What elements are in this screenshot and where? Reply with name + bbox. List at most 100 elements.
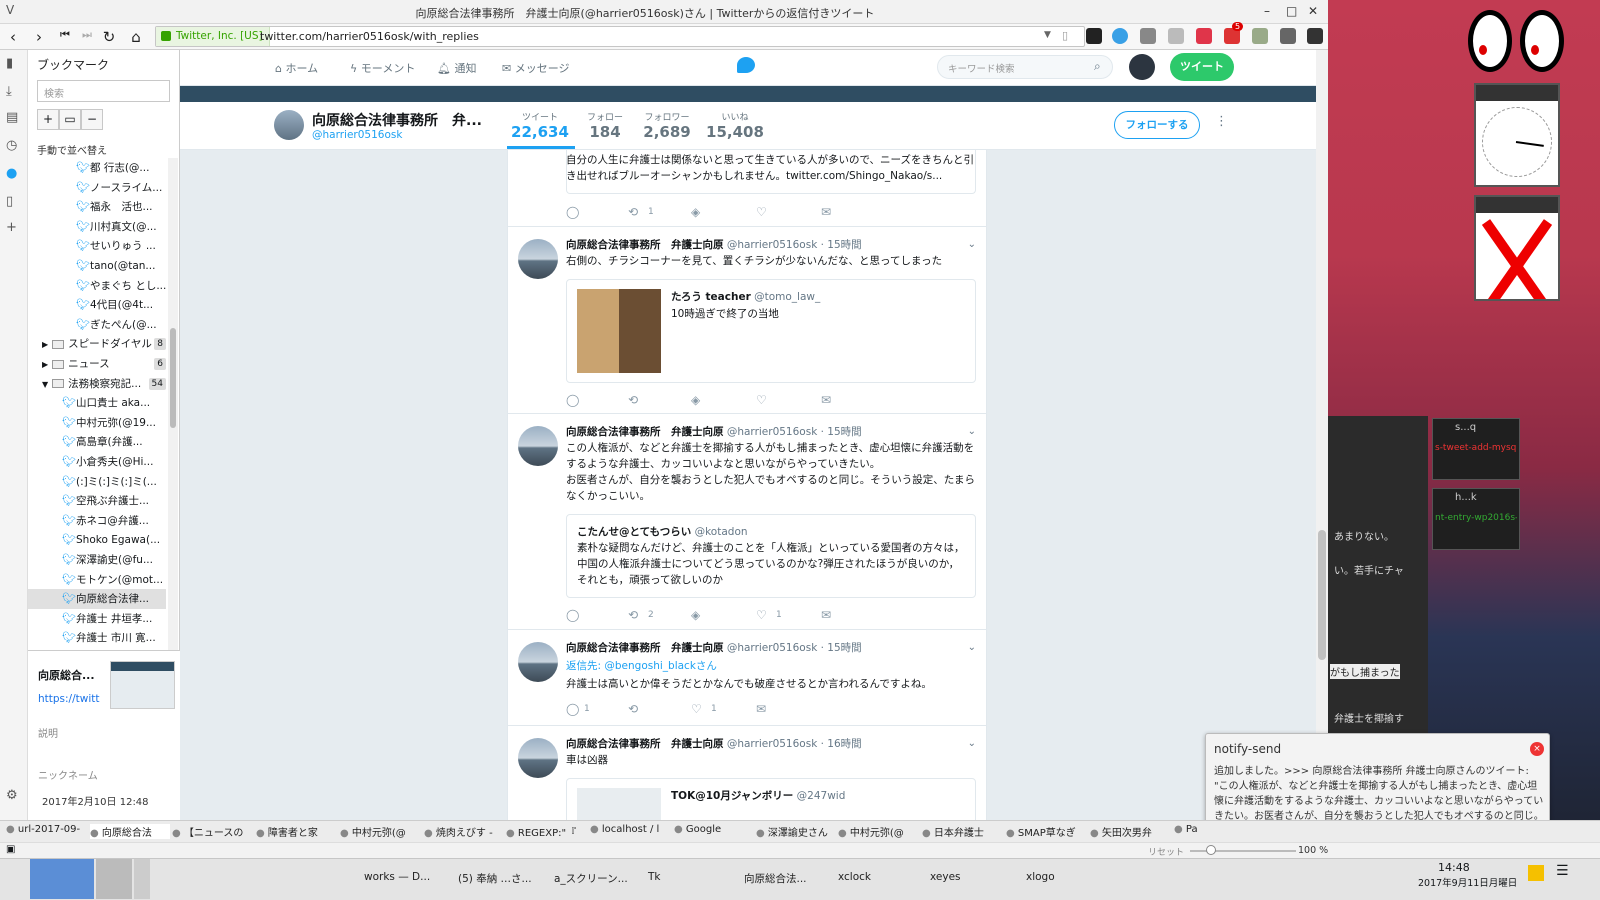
close-icon[interactable]: × — [1530, 742, 1544, 756]
retweet-icon[interactable]: ⟲ — [628, 608, 638, 622]
sidebar-scrollbar[interactable] — [168, 158, 178, 698]
reply-icon[interactable]: ◯ — [566, 702, 579, 716]
workspace-1[interactable] — [30, 859, 94, 899]
search-icon[interactable]: ⌕ — [1094, 59, 1101, 74]
quoted-tweet[interactable]: たろう teacher @tomo_law_ 10時過ぎで終了の当地 — [566, 279, 976, 383]
tweet-avatar[interactable] — [518, 426, 558, 466]
bookmark-item[interactable]: 🐦︎弁護士 井垣孝... — [28, 609, 166, 629]
tweet-item[interactable]: 向原総合法律事務所 弁護士向原 @harrier0516osk · 15時間 ⌄… — [508, 630, 986, 726]
profile-avatar[interactable] — [274, 110, 304, 140]
tweet-handle-time[interactable]: @harrier0516osk · 15時間 — [727, 426, 862, 438]
follow-button[interactable]: フォローする — [1114, 111, 1200, 139]
workspace-3[interactable] — [134, 859, 150, 899]
tweet-avatar[interactable] — [518, 642, 558, 682]
taskbar-item[interactable]: xlogo — [1026, 871, 1055, 883]
like-icon[interactable]: ♡ — [756, 608, 767, 622]
taskbar-item[interactable]: 向原総合法... — [744, 871, 807, 886]
bookmark-item[interactable]: 🐦︎モトケン(@mot... — [28, 570, 166, 590]
address-bar[interactable]: Twitter, Inc. [US] twitter.com/harrier05… — [155, 26, 1085, 47]
dm-icon[interactable]: ✉ — [821, 205, 831, 219]
bookmark-item[interactable]: 🐦︎せいりゅう ... — [28, 236, 166, 256]
tweet-avatar[interactable] — [518, 738, 558, 778]
tweet-avatar[interactable] — [518, 239, 558, 279]
bookmark-item[interactable]: 🐦︎深澤諭史(@fu... — [28, 550, 166, 570]
screenshot-icon[interactable] — [1280, 28, 1296, 44]
certificate-badge[interactable]: Twitter, Inc. [US] — [156, 27, 270, 46]
account-avatar[interactable] — [1129, 54, 1155, 80]
add-panel-icon[interactable]: + — [6, 220, 17, 235]
like-icon[interactable]: ♡ — [756, 393, 767, 407]
bookmark-item[interactable]: 🐦︎(:]ミ(:]ミ(:]ミ(... — [28, 472, 166, 492]
reply-icon[interactable]: ◯ — [566, 608, 579, 622]
browser-tab[interactable]: ● 中村元弥(@ — [340, 824, 420, 839]
browser-tab[interactable]: ● 深澤諭史さん — [756, 824, 836, 839]
browser-tab[interactable]: ● 矢田次男弁 — [1090, 824, 1170, 839]
browser-tab[interactable]: ● Google — [674, 824, 754, 835]
browser-tab[interactable]: ● 【ニュースの — [172, 824, 252, 839]
retweet-icon[interactable]: ⟲ — [628, 702, 638, 716]
gear-icon[interactable] — [1252, 28, 1268, 44]
url-text[interactable]: twitter.com/harrier0516osk/with_replies — [260, 30, 479, 43]
reply-icon[interactable]: ◯ — [566, 205, 579, 219]
bookmark-item[interactable]: 🐦︎都 行志(@... — [28, 158, 166, 178]
page-panel-icon[interactable]: ▯ — [6, 194, 13, 209]
browser-tab[interactable]: ● Pa — [1174, 824, 1254, 835]
retweet-icon[interactable]: ⟲ — [628, 393, 638, 407]
reply-to[interactable]: 返信先: @bengoshi_blackさん — [566, 658, 717, 673]
detail-url[interactable]: https://twitt — [38, 693, 100, 705]
zoom-level[interactable]: 100 % — [1298, 845, 1328, 856]
zoom-slider-thumb[interactable] — [1206, 845, 1216, 855]
workspace-2[interactable] — [96, 859, 132, 899]
menu-icon[interactable]: ☰ — [1556, 863, 1569, 879]
bookmark-item[interactable]: 🐦︎ノースライム... — [28, 178, 166, 198]
like-icon[interactable]: ♡ — [756, 205, 767, 219]
browser-tab[interactable]: ● REGEXP:"『 — [506, 824, 586, 839]
browser-tab[interactable]: ● localhost / l — [590, 824, 670, 835]
bookmark-item[interactable]: 🐦︎川村真文(@... — [28, 217, 166, 237]
notes-panel-icon[interactable]: ▤ — [6, 110, 18, 125]
bookmark-item[interactable]: 🐦︎4代目(@4t... — [28, 295, 166, 315]
clock-time[interactable]: 14:48 — [1438, 861, 1470, 874]
tweet-item[interactable]: 向原総合法律事務所 弁護士向原 @harrier0516osk · 15時間 ⌄… — [508, 414, 986, 630]
home-icon[interactable]: ⌂ — [127, 28, 145, 46]
tweet-author[interactable]: 向原総合法律事務所 弁護士向原 — [566, 642, 724, 654]
zoom-reset[interactable]: リセット — [1148, 845, 1184, 858]
dm-icon[interactable]: ✉ — [756, 702, 766, 716]
bookmark-item[interactable]: 🐦︎弁護士 市川 寛... — [28, 628, 166, 648]
tweet-item[interactable]: 自分の人生に弁護士は関係ないと思って生きている人が多いので、ニーズをきちんと引き… — [508, 150, 986, 227]
browser-tab[interactable]: ● 日本弁護士 — [922, 824, 1002, 839]
mini-window-1[interactable]: s...q s-tweet-add-mysql-unig.rb — [1432, 418, 1520, 480]
xlogo-window[interactable] — [1474, 195, 1560, 301]
browser-tab[interactable]: ● 向原総合法 — [90, 824, 170, 839]
bookmark-item[interactable]: 🐦︎tano(@tan... — [28, 256, 166, 276]
first-page-icon[interactable]: ⏮ — [56, 28, 74, 42]
expand-arrow-icon[interactable]: ▶ — [42, 340, 48, 349]
profile-stat[interactable]: いいね 15,408 — [705, 110, 765, 141]
quoted-tweet[interactable]: こたんせ@とてもつらい @kotadon 素朴な疑問なんだけど、弁護士のことを「… — [566, 514, 976, 598]
settings-gear-icon[interactable]: ⚙ — [6, 788, 18, 803]
dm-icon[interactable]: ✉ — [821, 608, 831, 622]
nav-notifications[interactable]: 🔔︎ 通知 — [437, 60, 476, 76]
bookmark-item[interactable]: 🐦︎小倉秀夫(@Hi... — [28, 452, 166, 472]
bookmark-item[interactable]: 🐦︎空飛ぶ弁護士... — [28, 491, 166, 511]
taskbar-item[interactable]: a_スクリーン... — [554, 871, 628, 886]
bookmark-item[interactable]: ▶ スピードダイヤル 8 — [28, 334, 166, 354]
bookmark-item[interactable]: 🐦︎ぎたぺん(@... — [28, 315, 166, 335]
bookmark-item[interactable]: 🐦︎赤ネコ@弁護... — [28, 511, 166, 531]
app-menu-icon[interactable]: V — [6, 3, 14, 17]
tweet-handle-time[interactable]: @harrier0516osk · 15時間 — [727, 642, 862, 654]
quoted-tweet[interactable]: TOK@10月ジャンボリー @247wid — [566, 778, 976, 820]
twitter-panel-icon[interactable]: ● — [6, 166, 17, 181]
xeyes-left-eye[interactable] — [1468, 10, 1512, 72]
twitter-logo-icon[interactable] — [737, 57, 755, 73]
mini-window-2[interactable]: h...k nt-entry-wp2016s-201610 — [1432, 488, 1520, 550]
xclock-window[interactable] — [1474, 83, 1560, 187]
profile-name[interactable]: 向原総合法律事務所 弁... — [312, 110, 482, 130]
profile-stat[interactable]: ツイート 22,634 — [510, 110, 570, 141]
more-options-icon[interactable]: ⋮ — [1215, 114, 1228, 129]
last-page-icon[interactable]: ⏭ — [78, 28, 96, 42]
nav-moments[interactable]: ϟ モーメント — [350, 60, 415, 76]
browser-tab[interactable]: ● 中村元弥(@ — [838, 824, 918, 839]
bookmark-panel-icon[interactable]: ▮ — [6, 56, 13, 71]
taskbar-item[interactable]: xclock — [838, 871, 871, 883]
